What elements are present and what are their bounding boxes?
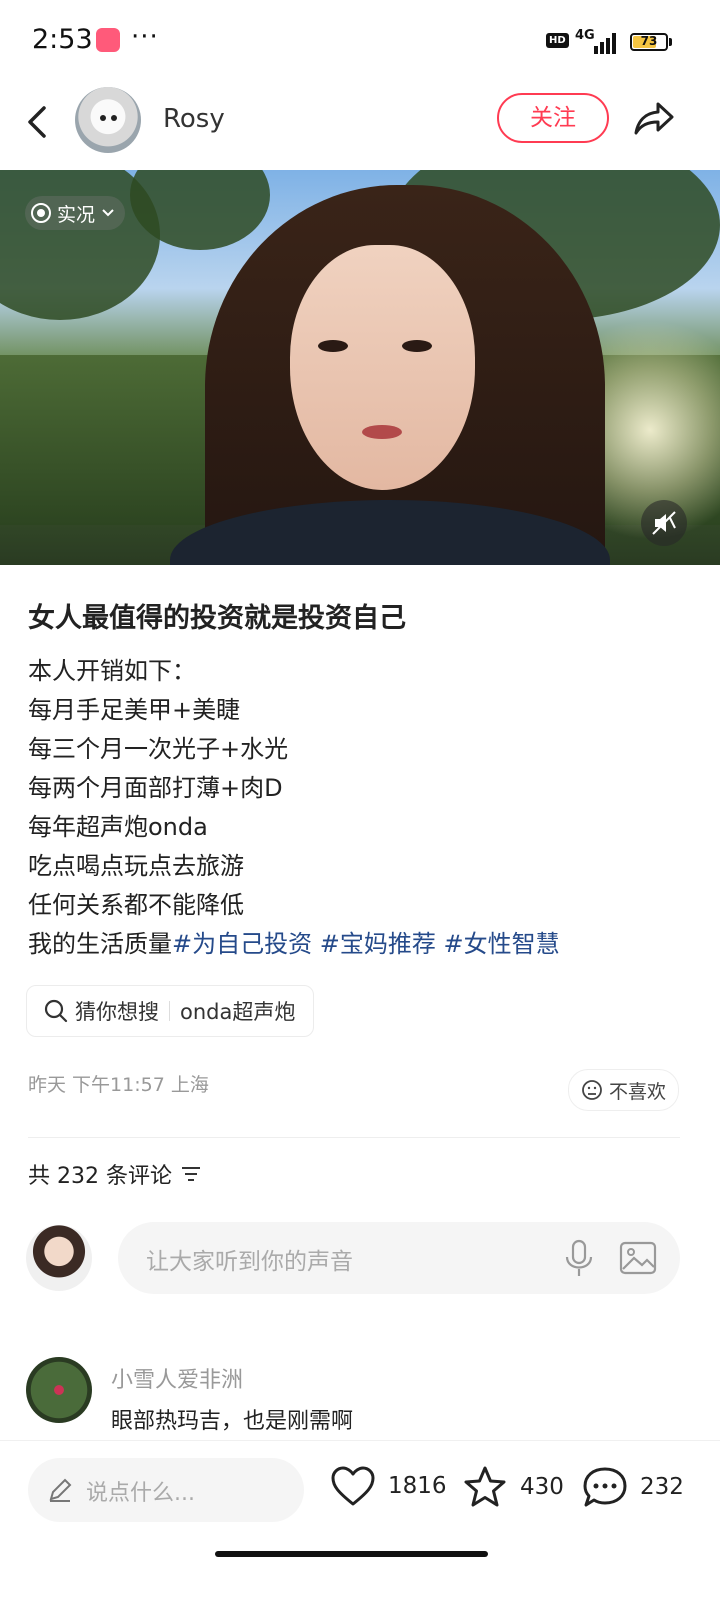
content-line: 本人开销如下： — [28, 657, 196, 685]
star-icon — [464, 1466, 506, 1507]
share-icon[interactable] — [632, 98, 676, 138]
like-button[interactable]: 1816 — [330, 1465, 447, 1507]
heart-icon — [331, 1466, 375, 1506]
my-avatar — [26, 1225, 92, 1291]
home-indicator[interactable] — [215, 1551, 488, 1557]
content-line: 任何关系都不能降低 — [28, 891, 244, 919]
dislike-button[interactable]: 不喜欢 — [568, 1069, 680, 1111]
pencil-icon — [49, 1478, 72, 1502]
divider — [169, 1001, 170, 1021]
collect-count: 430 — [520, 1474, 564, 1500]
post-header: Rosy 关注 — [0, 84, 720, 170]
unhappy-face-icon — [582, 1080, 602, 1100]
status-time: 2:53 — [32, 24, 93, 55]
chevron-down-icon — [102, 209, 114, 217]
status-bar: 2:53 ··· HD 4G 73 — [0, 0, 720, 84]
commenter-avatar[interactable] — [26, 1357, 92, 1423]
search-suggest-label: 猜你想搜 — [75, 1000, 159, 1024]
post-content: 本人开销如下： 每月手足美甲+美睫 每三个月一次光子+水光 每两个月面部打薄+肉… — [28, 652, 698, 964]
comment-button[interactable]: 232 — [582, 1465, 684, 1509]
live-photo-icon — [31, 203, 51, 223]
hashtag-link[interactable]: #为自己投资 — [172, 930, 312, 958]
signal-icon — [594, 33, 616, 54]
post-image[interactable]: 实况 — [0, 170, 720, 565]
comment-input[interactable]: 让大家听到你的声音 — [118, 1222, 680, 1294]
content-text: 我的生活质量 — [28, 930, 172, 958]
mute-button[interactable] — [641, 500, 687, 546]
comment-count-label: 共 232 条评论 — [28, 1164, 172, 1189]
search-suggest-query: onda超声炮 — [180, 1000, 296, 1024]
comment-count[interactable]: 共 232 条评论 — [28, 1158, 202, 1190]
battery-tip — [669, 38, 672, 46]
live-photo-badge[interactable]: 实况 — [25, 196, 126, 230]
author-avatar[interactable] — [75, 87, 141, 153]
content-line: 吃点喝点玩点去旅游 — [28, 852, 244, 880]
content-line: 每年超声炮onda — [28, 813, 208, 841]
like-count: 1816 — [388, 1473, 447, 1499]
battery-icon: 73 — [630, 33, 668, 51]
say-placeholder: 说点什么... — [86, 1481, 195, 1506]
status-more-icon: ··· — [131, 22, 159, 52]
comment-count-bottom: 232 — [640, 1474, 684, 1500]
content-line: 每三个月一次光子+水光 — [28, 735, 289, 763]
commenter-name[interactable]: 小雪人爱非洲 — [111, 1362, 243, 1394]
battery-level: 73 — [640, 34, 658, 48]
say-something-input[interactable]: 说点什么... — [28, 1458, 304, 1522]
eye — [318, 340, 348, 352]
author-name[interactable]: Rosy — [163, 104, 225, 134]
content-line: 每月手足美甲+美睫 — [28, 696, 241, 724]
chat-bubble-icon — [583, 1467, 627, 1507]
follow-button[interactable]: 关注 — [497, 93, 609, 143]
mute-icon — [652, 511, 676, 535]
comment-placeholder: 让大家听到你的声音 — [146, 1249, 353, 1275]
microphone-icon[interactable] — [562, 1238, 596, 1278]
hashtag-link[interactable]: #女性智慧 — [444, 930, 560, 958]
lips — [362, 425, 402, 439]
live-photo-label: 实况 — [57, 203, 96, 226]
face — [290, 245, 475, 490]
back-arrow-icon[interactable] — [22, 102, 52, 142]
app-notification-icon — [96, 28, 120, 52]
image-icon[interactable] — [618, 1238, 658, 1278]
eye — [402, 340, 432, 352]
hd-icon: HD — [546, 33, 569, 48]
dislike-label: 不喜欢 — [609, 1080, 667, 1103]
post-meta: 昨天 下午11:57 上海 — [28, 1074, 209, 1096]
content-line: 每两个月面部打薄+肉D — [28, 774, 283, 802]
bottom-action-bar: 说点什么... 1816 430 232 — [0, 1440, 720, 1601]
hashtag-link[interactable]: #宝妈推荐 — [320, 930, 436, 958]
avatar-eye — [100, 115, 106, 121]
divider — [28, 1137, 680, 1138]
post-title: 女人最值得的投资就是投资自己 — [28, 603, 406, 634]
collect-button[interactable]: 430 — [462, 1465, 564, 1509]
sort-icon[interactable] — [180, 1165, 202, 1183]
comment-text: 眼部热玛吉，也是刚需啊 — [111, 1409, 354, 1434]
search-icon — [44, 999, 68, 1023]
search-suggestion[interactable]: 猜你想搜 onda超声炮 — [26, 985, 315, 1037]
content-line-last: 我的生活质量#为自己投资 #宝妈推荐 #女性智慧 — [28, 925, 698, 964]
avatar-eye — [111, 115, 117, 121]
